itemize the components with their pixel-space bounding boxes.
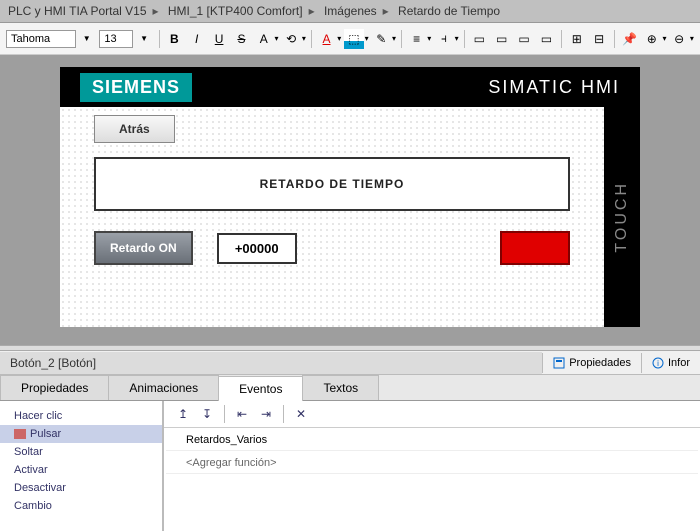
underline-button[interactable]: U <box>209 29 228 49</box>
arrange-button[interactable]: ⊞ <box>567 29 586 49</box>
inspector-header: Botón_2 [Botón] Propiedades i Infor <box>0 351 700 375</box>
event-click[interactable]: Hacer clic <box>0 407 162 425</box>
indent-left-icon[interactable]: ⇤ <box>233 405 251 423</box>
chevron-right-icon: ▸ <box>309 4 315 18</box>
align-vert-button[interactable]: ⫞ <box>434 29 453 49</box>
event-deactivate[interactable]: Desactivar <box>0 479 162 497</box>
crumb[interactable]: PLC y HMI TIA Portal V15 <box>8 4 147 18</box>
pin-icon[interactable]: 📌 <box>620 29 639 49</box>
tab-eventos[interactable]: Eventos <box>218 376 303 401</box>
event-type-list: Hacer clic Pulsar Soltar Activar Desacti… <box>0 401 164 531</box>
layer-button[interactable]: ▭ <box>492 29 511 49</box>
event-press[interactable]: Pulsar <box>0 425 162 443</box>
zoom-button[interactable]: ⊕ <box>642 29 661 49</box>
screen-title-box[interactable]: RETARDO DE TIEMPO <box>94 157 570 211</box>
zoom-button[interactable]: ⊖ <box>669 29 688 49</box>
event-icon <box>14 429 26 439</box>
events-panel: Hacer clic Pulsar Soltar Activar Desacti… <box>0 401 700 531</box>
event-functions: ↥ ↧ ⇤ ⇥ ✕ Retardos_Varios <Agregar funci… <box>164 401 700 531</box>
info-tab-button[interactable]: i Infor <box>641 353 700 373</box>
indent-right-icon[interactable]: ⇥ <box>257 405 275 423</box>
layer-button[interactable]: ▭ <box>514 29 533 49</box>
event-activate[interactable]: Activar <box>0 461 162 479</box>
event-change[interactable]: Cambio <box>0 497 162 515</box>
align-left-button[interactable]: ≡ <box>407 29 426 49</box>
chevron-down-icon[interactable]: ▼ <box>134 29 153 49</box>
hmi-screen[interactable]: Atrás RETARDO DE TIEMPO Retardo ON +0000… <box>60 107 604 327</box>
properties-icon <box>553 357 565 369</box>
properties-tab-button[interactable]: Propiedades <box>542 353 641 373</box>
font-button[interactable]: A <box>254 29 273 49</box>
tab-animaciones[interactable]: Animaciones <box>108 375 219 400</box>
arrange-button[interactable]: ⊟ <box>589 29 608 49</box>
chevron-right-icon: ▸ <box>383 4 389 18</box>
move-down-icon[interactable]: ↧ <box>198 405 216 423</box>
function-row[interactable]: Retardos_Varios <box>166 430 698 451</box>
crumb[interactable]: Retardo de Tiempo <box>398 4 500 18</box>
bold-button[interactable]: B <box>165 29 184 49</box>
inspector-tabs: Propiedades Animaciones Eventos Textos <box>0 375 700 401</box>
siemens-logo: SIEMENS <box>80 73 192 102</box>
io-field[interactable]: +00000 <box>217 233 297 264</box>
info-icon: i <box>652 357 664 369</box>
rotate-button[interactable]: ⟲ <box>282 29 301 49</box>
breadcrumb: PLC y HMI TIA Portal V15 ▸ HMI_1 [KTP400 … <box>0 0 700 23</box>
delete-icon[interactable]: ✕ <box>292 405 310 423</box>
device-frame: SIEMENS SIMATIC HMI TOUCH Atrás RETARDO … <box>60 67 640 327</box>
retardo-on-button[interactable]: Retardo ON <box>94 231 193 265</box>
crumb[interactable]: Imágenes <box>324 4 377 18</box>
tab-textos[interactable]: Textos <box>302 375 379 400</box>
font-family-select[interactable] <box>6 30 76 48</box>
move-up-icon[interactable]: ↥ <box>174 405 192 423</box>
chevron-down-icon[interactable]: ▼ <box>77 29 96 49</box>
italic-button[interactable]: I <box>187 29 206 49</box>
product-title: SIMATIC HMI <box>488 77 620 98</box>
device-header: SIEMENS SIMATIC HMI <box>60 67 640 107</box>
font-color-button[interactable]: A <box>317 29 336 49</box>
layer-button[interactable]: ▭ <box>470 29 489 49</box>
device-side-bezel: TOUCH <box>604 107 640 327</box>
strikethrough-button[interactable]: S <box>232 29 251 49</box>
tab-propiedades[interactable]: Propiedades <box>0 375 109 400</box>
layer-button[interactable]: ▭ <box>537 29 556 49</box>
add-function-row[interactable]: <Agregar función> <box>166 453 698 474</box>
chevron-right-icon: ▸ <box>153 4 159 18</box>
crumb[interactable]: HMI_1 [KTP400 Comfort] <box>168 4 303 18</box>
format-toolbar: ▼ ▼ B I U S A▾ ⟲▾ A▾ ⬚▾ ✎▾ ≡▾ ⫞▾ ▭ ▭ ▭ ▭… <box>0 23 700 55</box>
selected-object-label: Botón_2 [Botón] <box>0 352 542 374</box>
event-toolbar: ↥ ↧ ⇤ ⇥ ✕ <box>164 401 700 428</box>
svg-text:i: i <box>657 359 659 368</box>
touch-label: TOUCH <box>613 181 631 253</box>
hmi-design-canvas[interactable]: SIEMENS SIMATIC HMI TOUCH Atrás RETARDO … <box>0 55 700 345</box>
fill-color-button[interactable]: ⬚ <box>344 29 363 49</box>
event-release[interactable]: Soltar <box>0 443 162 461</box>
function-list-table: Retardos_Varios <Agregar función> <box>164 428 700 476</box>
indicator-lamp[interactable] <box>500 231 570 265</box>
font-size-select[interactable] <box>99 30 133 48</box>
back-button[interactable]: Atrás <box>94 115 175 143</box>
line-color-button[interactable]: ✎ <box>372 29 391 49</box>
